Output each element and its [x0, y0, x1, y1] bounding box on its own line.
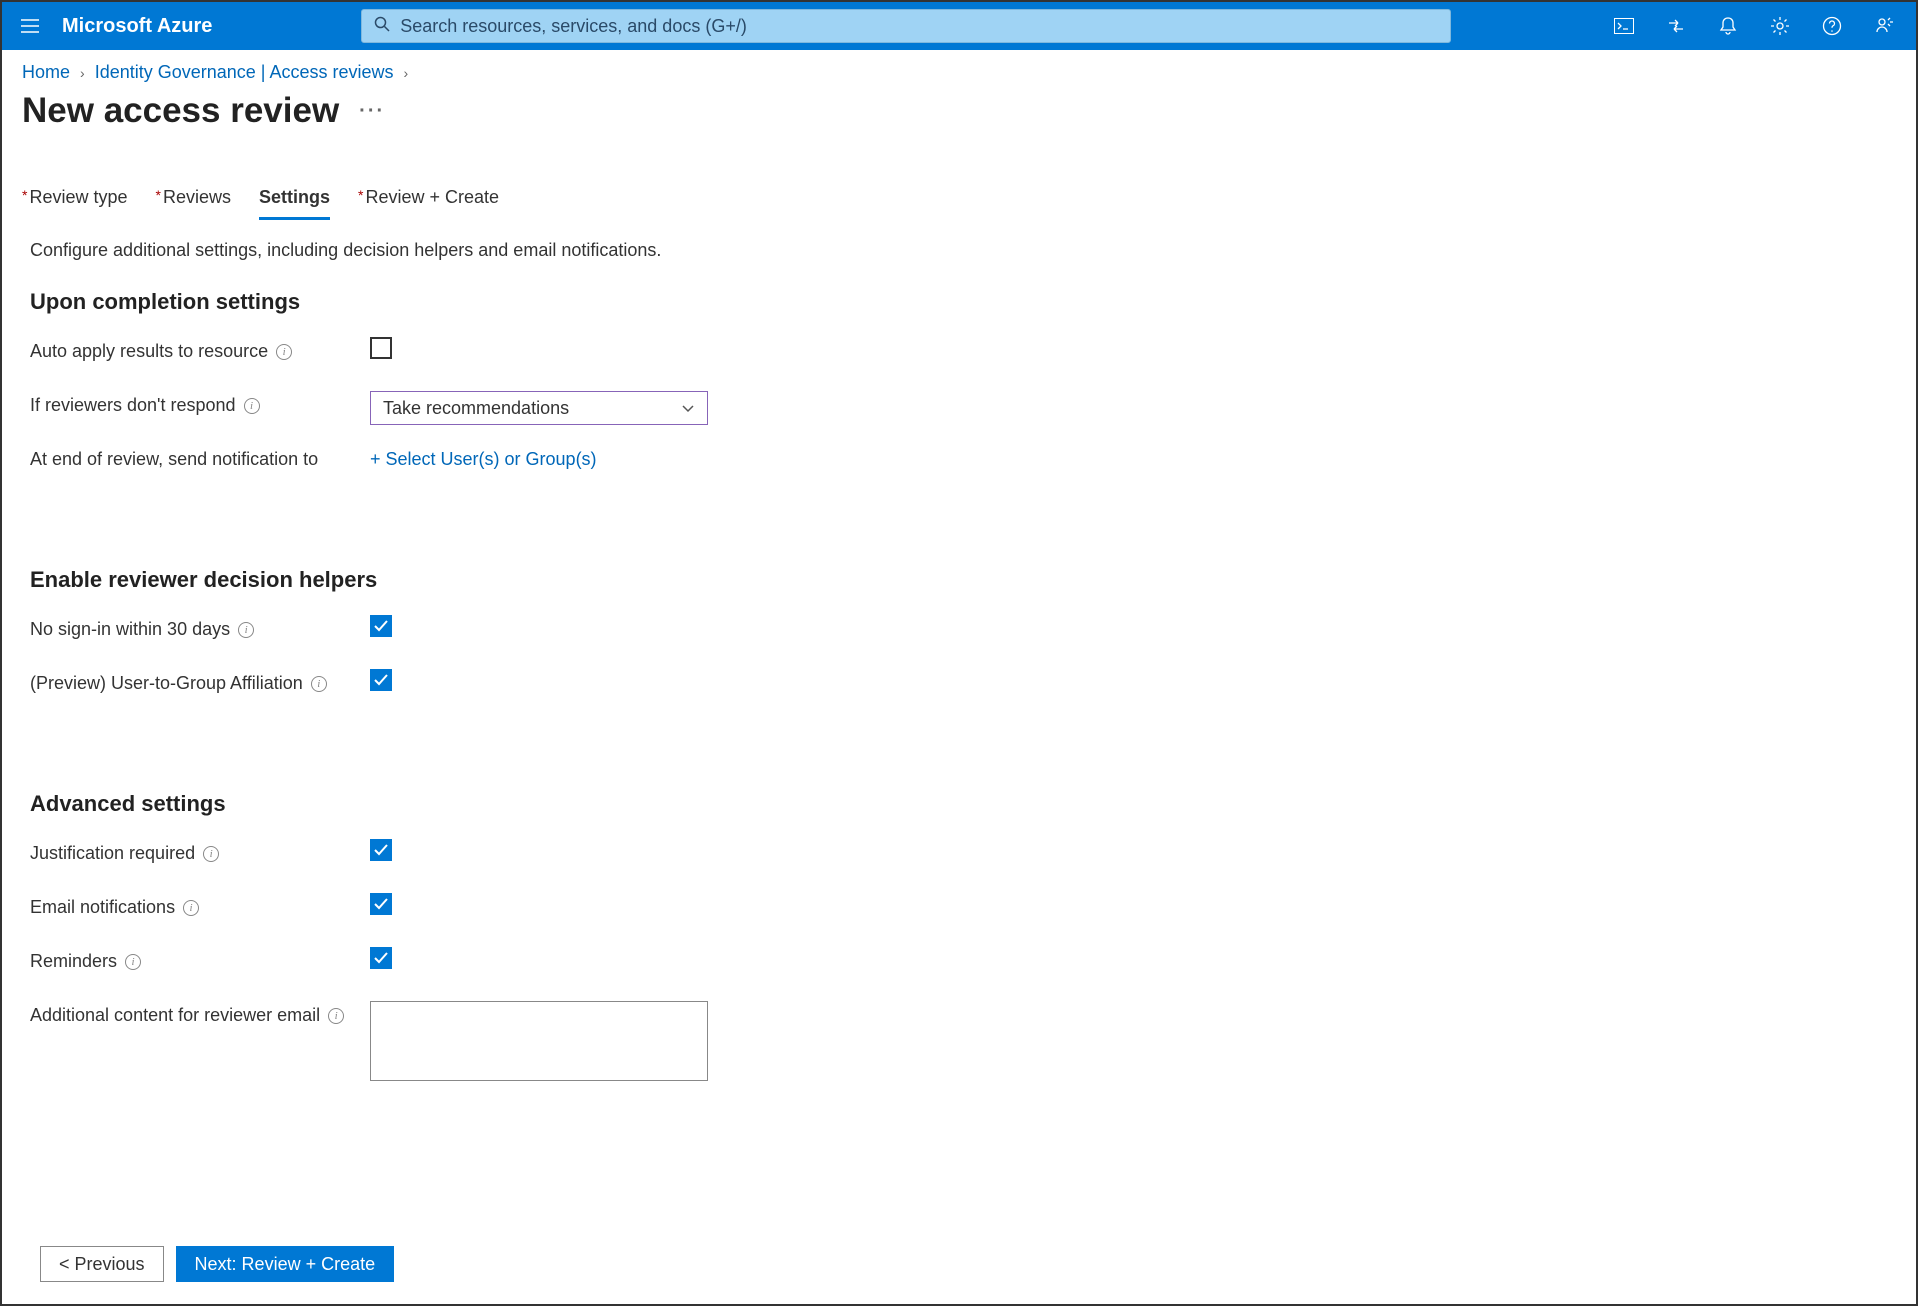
tab-reviews[interactable]: *Reviews	[156, 187, 231, 220]
affiliation-checkbox[interactable]	[370, 669, 392, 691]
no-respond-value: Take recommendations	[383, 398, 569, 419]
additional-content-textarea[interactable]	[370, 1001, 708, 1081]
end-notify-label: At end of review, send notification to	[30, 445, 370, 470]
search-icon	[374, 16, 390, 37]
next-button[interactable]: Next: Review + Create	[176, 1246, 395, 1282]
email-notifications-label: Email notifications i	[30, 893, 370, 918]
breadcrumb-home[interactable]: Home	[22, 62, 70, 83]
feedback-icon[interactable]	[1860, 2, 1908, 50]
more-actions-icon[interactable]: ···	[359, 100, 385, 123]
chevron-down-icon	[681, 398, 695, 419]
tab-review-create[interactable]: *Review + Create	[358, 187, 499, 220]
section-helpers-heading: Enable reviewer decision helpers	[30, 567, 1888, 593]
page-title-text: New access review	[22, 91, 339, 131]
section-advanced-heading: Advanced settings	[30, 791, 1888, 817]
top-bar: Microsoft Azure	[2, 2, 1916, 50]
info-icon[interactable]: i	[125, 954, 141, 970]
settings-panel: Configure additional settings, including…	[2, 220, 1916, 1086]
reminders-label: Reminders i	[30, 947, 370, 972]
settings-icon[interactable]	[1756, 2, 1804, 50]
directory-switch-icon[interactable]	[1652, 2, 1700, 50]
wizard-tabs: *Review type *Reviews Settings *Review +…	[2, 137, 1916, 220]
info-icon[interactable]: i	[328, 1008, 344, 1024]
info-icon[interactable]: i	[276, 344, 292, 360]
info-icon[interactable]: i	[183, 900, 199, 916]
reminders-checkbox[interactable]	[370, 947, 392, 969]
wizard-footer: < Previous Next: Review + Create	[40, 1246, 394, 1282]
auto-apply-label: Auto apply results to resource i	[30, 337, 370, 362]
info-icon[interactable]: i	[203, 846, 219, 862]
hamburger-menu-icon[interactable]	[10, 6, 50, 46]
search-input[interactable]	[400, 16, 1438, 37]
info-icon[interactable]: i	[244, 398, 260, 414]
global-search[interactable]	[361, 9, 1451, 43]
chevron-right-icon: ›	[80, 65, 85, 81]
auto-apply-checkbox[interactable]	[370, 337, 392, 359]
justification-label: Justification required i	[30, 839, 370, 864]
settings-subtitle: Configure additional settings, including…	[30, 240, 1888, 261]
justification-checkbox[interactable]	[370, 839, 392, 861]
info-icon[interactable]: i	[311, 676, 327, 692]
previous-button[interactable]: < Previous	[40, 1246, 164, 1282]
section-completion-heading: Upon completion settings	[30, 289, 1888, 315]
breadcrumb-governance[interactable]: Identity Governance | Access reviews	[95, 62, 394, 83]
page-title: New access review ···	[2, 91, 1916, 137]
info-icon[interactable]: i	[238, 622, 254, 638]
notifications-icon[interactable]	[1704, 2, 1752, 50]
select-users-link[interactable]: + Select User(s) or Group(s)	[370, 449, 597, 470]
additional-content-label: Additional content for reviewer email i	[30, 1001, 370, 1026]
no-signin-label: No sign-in within 30 days i	[30, 615, 370, 640]
tab-review-type[interactable]: *Review type	[22, 187, 128, 220]
no-respond-select[interactable]: Take recommendations	[370, 391, 708, 425]
cloud-shell-icon[interactable]	[1600, 2, 1648, 50]
no-signin-checkbox[interactable]	[370, 615, 392, 637]
tab-settings[interactable]: Settings	[259, 187, 330, 220]
help-icon[interactable]	[1808, 2, 1856, 50]
no-respond-label: If reviewers don't respond i	[30, 391, 370, 416]
breadcrumb: Home › Identity Governance | Access revi…	[2, 50, 1916, 91]
email-notifications-checkbox[interactable]	[370, 893, 392, 915]
brand-label[interactable]: Microsoft Azure	[62, 15, 212, 38]
affiliation-label: (Preview) User-to-Group Affiliation i	[30, 669, 370, 694]
chevron-right-icon: ›	[404, 65, 409, 81]
